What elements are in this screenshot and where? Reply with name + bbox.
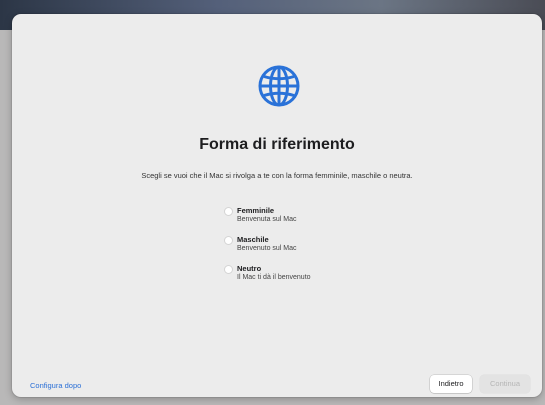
setup-later-link[interactable]: Configura dopo [30, 381, 81, 390]
option-femminile[interactable]: Femminile Benvenuta sul Mac [224, 206, 384, 228]
globe-icon [258, 65, 300, 107]
option-label: Femminile [237, 206, 275, 215]
setup-assistant-window: Forma di riferimento Scegli se vuoi che … [12, 14, 542, 397]
back-button[interactable]: Indietro [430, 375, 472, 393]
radio-button[interactable] [224, 236, 233, 245]
option-maschile[interactable]: Maschile Benvenuto sul Mac [224, 235, 384, 257]
radio-button[interactable] [224, 265, 233, 274]
option-description: Benvenuto sul Mac [237, 245, 297, 252]
option-description: Benvenuta sul Mac [237, 216, 297, 223]
page-subtitle: Scegli se vuoi che il Mac si rivolga a t… [141, 171, 413, 180]
page-title: Forma di riferimento [199, 136, 355, 153]
option-description: Il Mac ti dà il benvenuto [237, 274, 311, 281]
radio-button[interactable] [224, 207, 233, 216]
option-label: Neutro [237, 264, 262, 273]
option-label: Maschile [237, 235, 269, 244]
option-neutro[interactable]: Neutro Il Mac ti dà il benvenuto [224, 264, 384, 286]
continue-button[interactable]: Continua [480, 375, 530, 393]
